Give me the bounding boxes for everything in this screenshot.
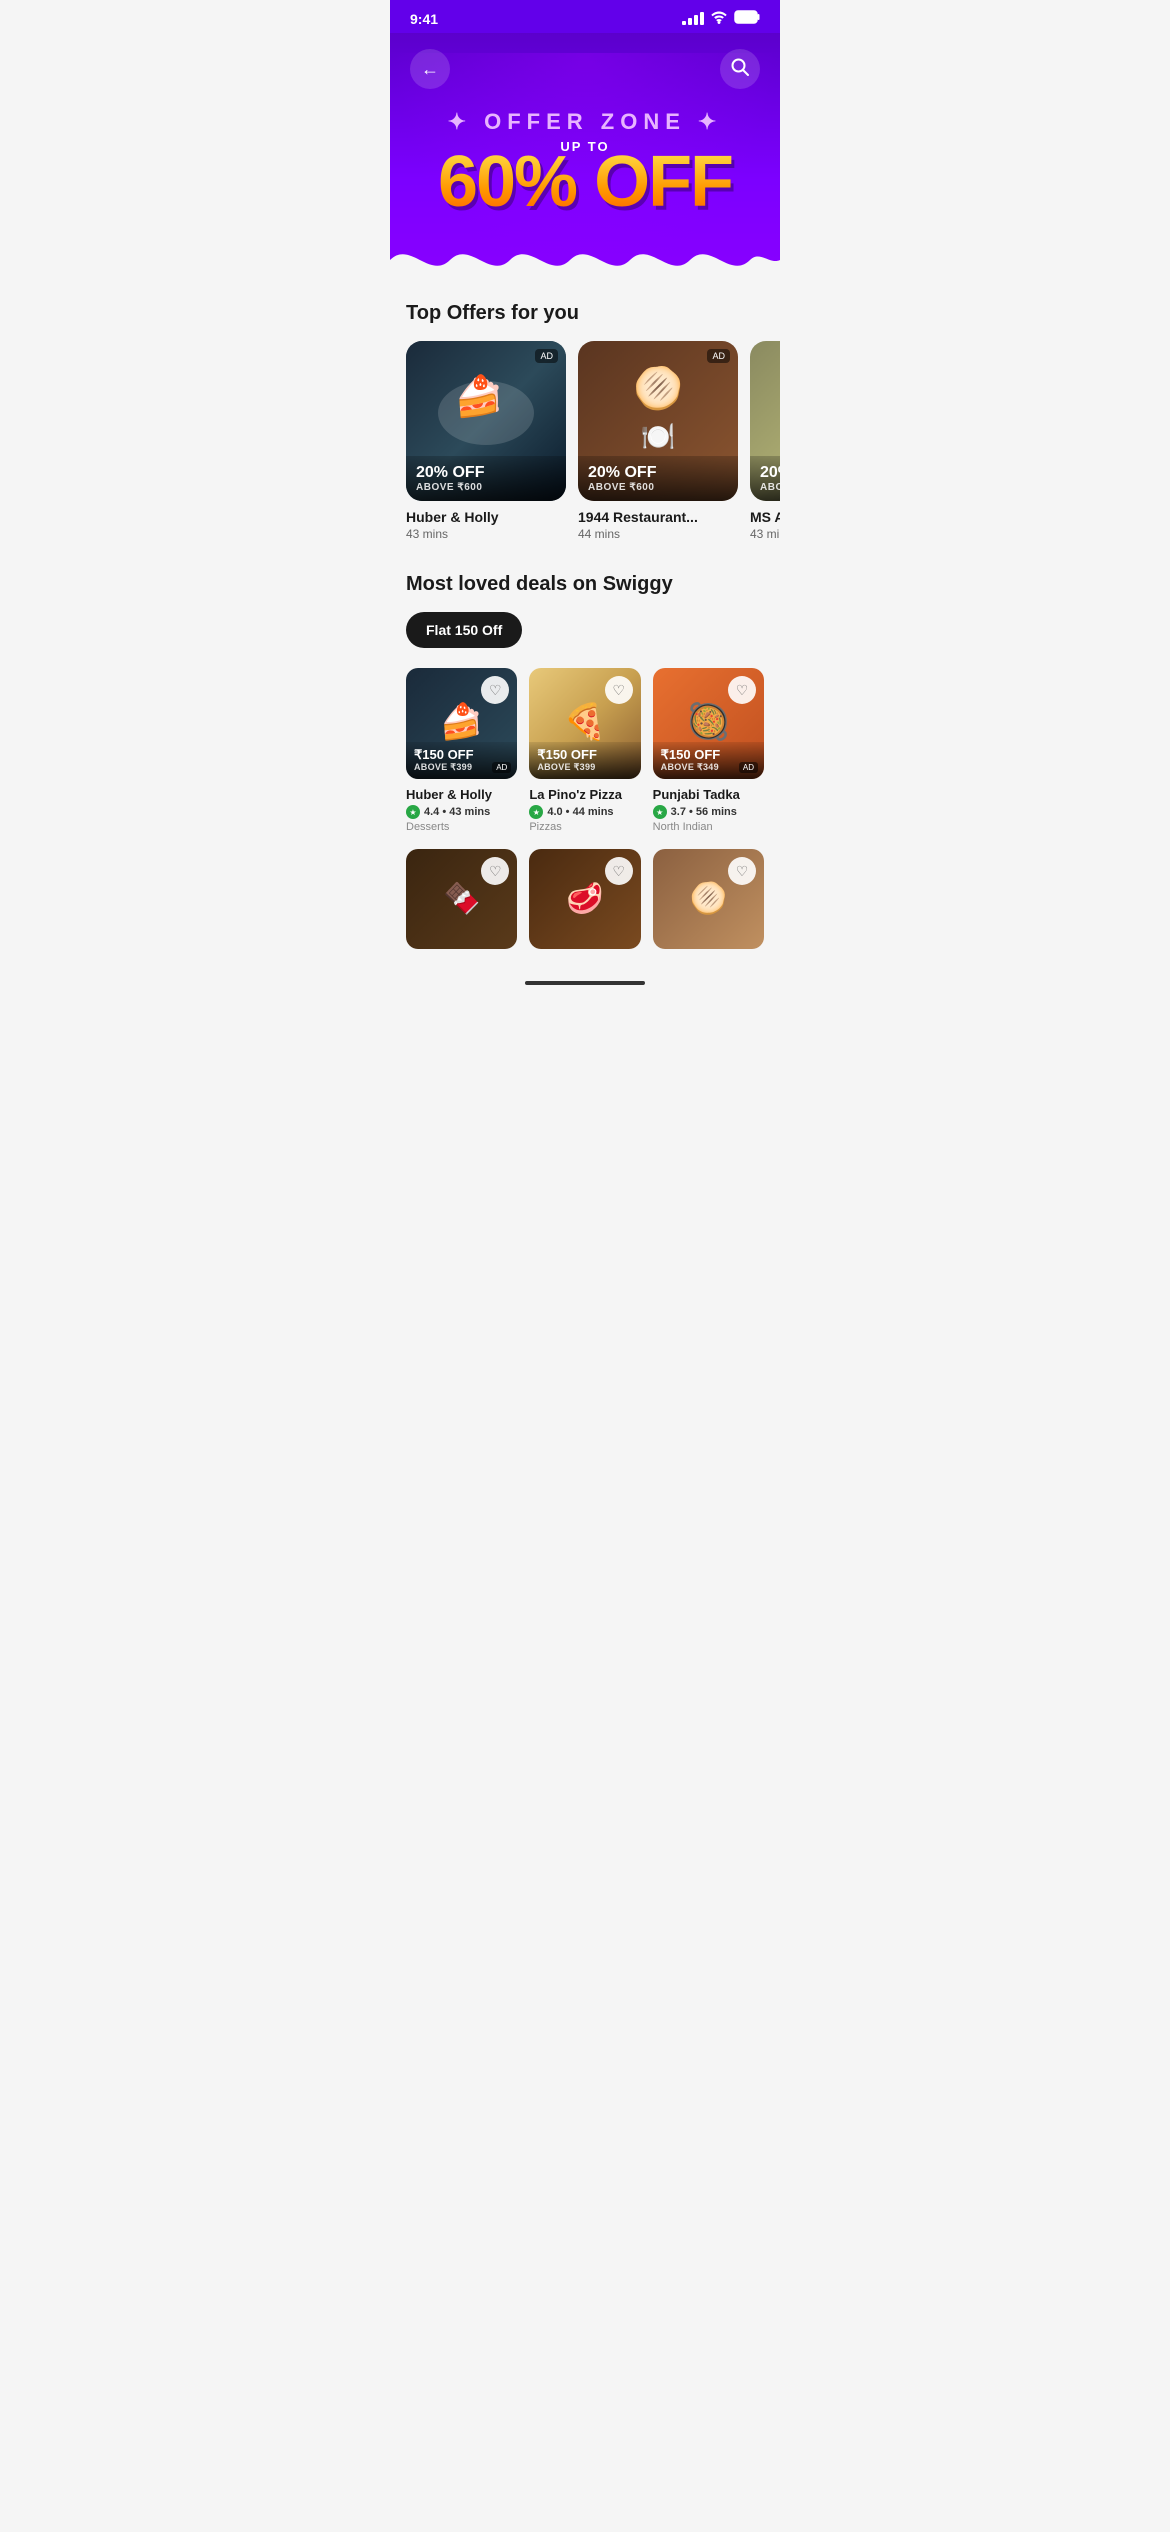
status-bar: 9:41: [390, 0, 780, 33]
rating-text: 4.4 • 43 mins: [424, 806, 490, 818]
favorite-button[interactable]: ♡: [481, 857, 509, 885]
restaurant-name: MS Abu Dal Bati: [750, 509, 780, 525]
restaurant-card[interactable]: ♡ 🥘 ₹150 OFF ABOVE ₹349 AD Punjabi Tadka…: [653, 668, 764, 833]
offer-zone-label: ✦ OFFER ZONE ✦: [410, 109, 760, 135]
rest-offer-above: ABOVE ₹399: [537, 762, 632, 773]
rest-offer-badge: ₹150 OFF ABOVE ₹399: [529, 742, 640, 779]
top-offers-title: Top Offers for you: [406, 302, 764, 325]
partial-grid: ♡ 🍫 ♡ 🥩 ♡ 🫓: [406, 849, 764, 949]
rating-text: 4.0 • 44 mins: [547, 806, 613, 818]
search-icon: [730, 57, 750, 82]
rest-offer-amount: ₹150 OFF: [661, 748, 756, 762]
back-icon: ←: [421, 59, 439, 80]
rest-category: Pizzas: [529, 821, 640, 833]
offer-above: ABOVE ₹700: [760, 482, 780, 493]
rest-name: Huber & Holly: [406, 787, 517, 802]
rest-rating-row: ★ 4.0 • 44 mins: [529, 805, 640, 819]
partial-card-image: ♡ 🍫: [406, 849, 517, 949]
favorite-button[interactable]: ♡: [481, 676, 509, 704]
scroll-bar: [525, 981, 645, 985]
offer-badge: 20% OFF ABOVE ₹600: [406, 456, 566, 501]
restaurant-card-image: ♡ 🍕 ₹150 OFF ABOVE ₹399: [529, 668, 640, 779]
favorite-button[interactable]: ♡: [728, 676, 756, 704]
rest-name: La Pino'z Pizza: [529, 787, 640, 802]
restaurant-card-image: ♡ 🥘 ₹150 OFF ABOVE ₹349 AD: [653, 668, 764, 779]
rest-name: Punjabi Tadka: [653, 787, 764, 802]
offer-percent: 20% OFF: [588, 464, 728, 482]
rating-text: 3.7 • 56 mins: [671, 806, 737, 818]
rest-offer-amount: ₹150 OFF: [414, 748, 509, 762]
favorite-button[interactable]: ♡: [605, 676, 633, 704]
flat-150-filter-chip[interactable]: Flat 150 Off: [406, 612, 522, 648]
partial-card-image: ♡ 🥩: [529, 849, 640, 949]
restaurant-grid: ♡ 🍰 ₹150 OFF ABOVE ₹399 AD Huber & Holly…: [406, 668, 764, 833]
partial-restaurant-card[interactable]: ♡ 🫓: [653, 849, 764, 949]
offer-percent: 20% OFF: [416, 464, 556, 482]
rest-category: Desserts: [406, 821, 517, 833]
filter-chip-label: Flat 150 Off: [426, 622, 502, 638]
rating-star-icon: ★: [653, 805, 667, 819]
battery-icon: [734, 10, 760, 27]
top-offer-card[interactable]: 🫓 🍽️ 20% OFF ABOVE ₹600 AD 1944 Restaura…: [578, 341, 738, 541]
offer-above: ABOVE ₹600: [588, 482, 728, 493]
top-offer-card[interactable]: 🍰 20% OFF ABOVE ₹600 AD Huber & Holly 43…: [406, 341, 566, 541]
offer-card-image: 🫓 🍽️ 20% OFF ABOVE ₹600 AD: [578, 341, 738, 501]
rest-rating-row: ★ 4.4 • 43 mins: [406, 805, 517, 819]
partial-restaurant-card[interactable]: ♡ 🥩: [529, 849, 640, 949]
search-button[interactable]: [720, 49, 760, 89]
rest-category: North Indian: [653, 821, 764, 833]
restaurant-time: 43 mins: [406, 527, 566, 541]
hero-nav: ←: [410, 49, 760, 89]
favorite-button[interactable]: ♡: [728, 857, 756, 885]
rest-offer-badge: ₹150 OFF ABOVE ₹399: [406, 742, 517, 779]
star-right-icon: ✦: [698, 109, 722, 135]
rest-ad-badge: AD: [492, 762, 511, 773]
offer-percent: 20% OFF: [760, 464, 780, 482]
signal-icon: [682, 12, 704, 25]
star-left-icon: ✦: [448, 109, 472, 135]
wifi-icon: [710, 10, 728, 27]
most-loved-section: Most loved deals on Swiggy Flat 150 Off …: [390, 573, 780, 973]
hero-text: ✦ OFFER ZONE ✦ UP TO 60% OFF: [410, 109, 760, 218]
rating-star-icon: ★: [406, 805, 420, 819]
status-icons: [682, 10, 760, 27]
partial-card-image: ♡ 🫓: [653, 849, 764, 949]
top-offers-section: Top Offers for you 🍰 20% OFF ABOVE ₹600 …: [390, 278, 780, 573]
ad-badge: AD: [707, 349, 730, 363]
rating-star-icon: ★: [529, 805, 543, 819]
most-loved-title: Most loved deals on Swiggy: [406, 573, 764, 596]
restaurant-name: Huber & Holly: [406, 509, 566, 525]
offer-above: ABOVE ₹600: [416, 482, 556, 493]
favorite-button[interactable]: ♡: [605, 857, 633, 885]
status-time: 9:41: [410, 11, 438, 27]
offer-badge: 20% OFF ABOVE ₹600: [578, 456, 738, 501]
restaurant-card-image: ♡ 🍰 ₹150 OFF ABOVE ₹399 AD: [406, 668, 517, 779]
wave-separator: [390, 230, 780, 278]
discount-text: 60% OFF: [410, 146, 760, 218]
scroll-indicator: [390, 973, 780, 993]
restaurant-time: 43 mins: [750, 527, 780, 541]
offer-card-image: 🍰 20% OFF ABOVE ₹600 AD: [406, 341, 566, 501]
restaurant-name: 1944 Restaurant...: [578, 509, 738, 525]
rest-offer-badge: ₹150 OFF ABOVE ₹349: [653, 742, 764, 779]
ad-badge: AD: [535, 349, 558, 363]
offer-badge: 20% OFF ABOVE ₹700: [750, 456, 780, 501]
offer-card-image: 🥘 20% OFF ABOVE ₹700 AD: [750, 341, 780, 501]
back-button[interactable]: ←: [410, 49, 450, 89]
restaurant-time: 44 mins: [578, 527, 738, 541]
rest-ad-badge: AD: [739, 762, 758, 773]
partial-restaurant-card[interactable]: ♡ 🍫: [406, 849, 517, 949]
rest-rating-row: ★ 3.7 • 56 mins: [653, 805, 764, 819]
restaurant-card[interactable]: ♡ 🍰 ₹150 OFF ABOVE ₹399 AD Huber & Holly…: [406, 668, 517, 833]
top-offers-scroll[interactable]: 🍰 20% OFF ABOVE ₹600 AD Huber & Holly 43…: [390, 341, 780, 549]
hero-section: ← ✦ OFFER ZONE ✦ UP TO 60% OFF: [390, 33, 780, 278]
rest-offer-amount: ₹150 OFF: [537, 748, 632, 762]
top-offer-card[interactable]: 🥘 20% OFF ABOVE ₹700 AD MS Abu Dal Bati …: [750, 341, 780, 541]
restaurant-card[interactable]: ♡ 🍕 ₹150 OFF ABOVE ₹399 La Pino'z Pizza …: [529, 668, 640, 833]
